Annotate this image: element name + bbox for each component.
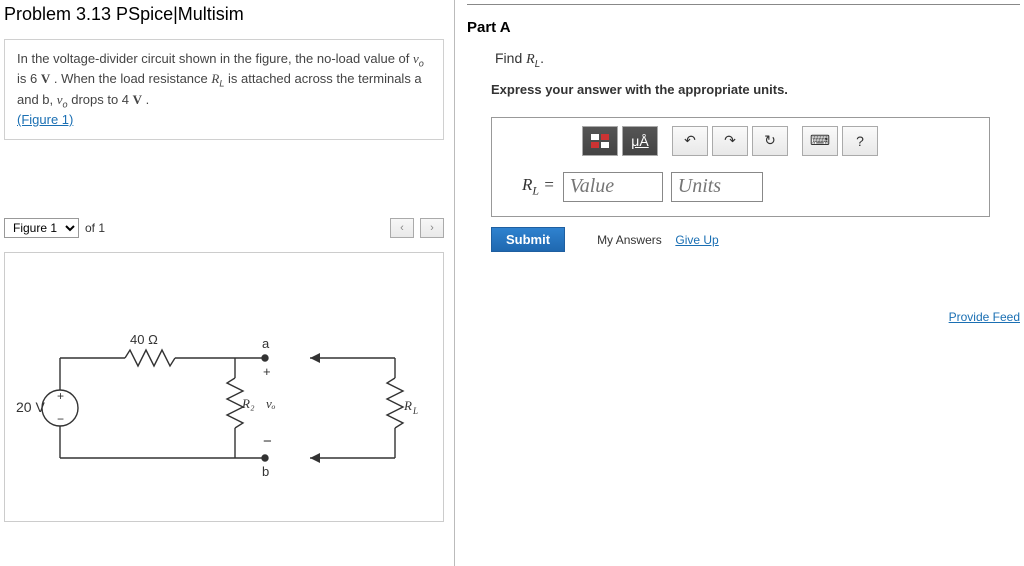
units-input[interactable] — [671, 172, 763, 202]
source-label: 20 V — [16, 399, 45, 415]
rl-label: R — [403, 398, 412, 413]
figure-select[interactable]: Figure 1 — [4, 218, 79, 238]
text: . When the load resistance — [50, 71, 211, 86]
redo-button[interactable]: ↷ — [712, 126, 748, 156]
r2-label: R₂ — [241, 396, 255, 411]
unit-v: V — [41, 71, 50, 86]
help-button[interactable]: ? — [842, 126, 878, 156]
input-row: RL = — [522, 172, 979, 202]
problem-description: In the voltage-divider circuit shown in … — [4, 39, 444, 140]
answer-box: μÅ ↶ ↷ ↻ ⌨ ? RL = — [491, 117, 990, 217]
node-a: a — [262, 336, 270, 351]
reset-button[interactable]: ↻ — [752, 126, 788, 156]
text: In the voltage-divider circuit shown in … — [17, 51, 413, 66]
units-button[interactable]: μÅ — [622, 126, 658, 156]
text: . — [142, 92, 149, 107]
undo-button[interactable]: ↶ — [672, 126, 708, 156]
minus-symbol: − — [263, 433, 272, 450]
text: is 6 — [17, 71, 41, 86]
units-instruction: Express your answer with the appropriate… — [491, 82, 1020, 97]
figure-link[interactable]: (Figure 1) — [17, 112, 73, 127]
answer-variable-label: RL = — [522, 175, 555, 198]
my-answers-link[interactable]: My Answers — [597, 233, 662, 247]
figure-canvas: + − 20 V 40 Ω a — [4, 252, 444, 522]
svg-text:−: − — [57, 412, 64, 426]
figure-next-button[interactable]: › — [420, 218, 444, 238]
problem-title: Problem 3.13 PSpice|Multisim — [4, 4, 444, 25]
find-instruction: Find RL. — [495, 50, 1020, 70]
svg-text:L: L — [412, 406, 418, 416]
templates-button[interactable] — [582, 126, 618, 156]
unit-v: V — [133, 92, 142, 107]
vo-label: vₒ — [266, 396, 276, 411]
part-title: Part A — [467, 19, 1020, 36]
figure-controls: Figure 1 of 1 ‹ › — [4, 218, 444, 238]
r1-label: 40 Ω — [130, 332, 158, 347]
text: drops to 4 — [68, 92, 133, 107]
figure-prev-button[interactable]: ‹ — [390, 218, 414, 238]
plus-symbol: + — [263, 364, 271, 379]
keyboard-button[interactable]: ⌨ — [802, 126, 838, 156]
give-up-link[interactable]: Give Up — [675, 233, 718, 247]
svg-text:+: + — [57, 389, 64, 403]
find-var: R — [526, 52, 535, 67]
node-b: b — [262, 464, 269, 479]
provide-feedback-link[interactable]: Provide Feed — [949, 310, 1020, 324]
toolbar: μÅ ↶ ↷ ↻ ⌨ ? — [582, 126, 979, 156]
submit-button[interactable]: Submit — [491, 227, 565, 252]
var-vo-sub: o — [419, 59, 424, 69]
value-input[interactable] — [563, 172, 663, 202]
figure-count-label: of 1 — [85, 221, 105, 235]
submit-row: Submit My Answers Give Up — [491, 227, 1020, 252]
